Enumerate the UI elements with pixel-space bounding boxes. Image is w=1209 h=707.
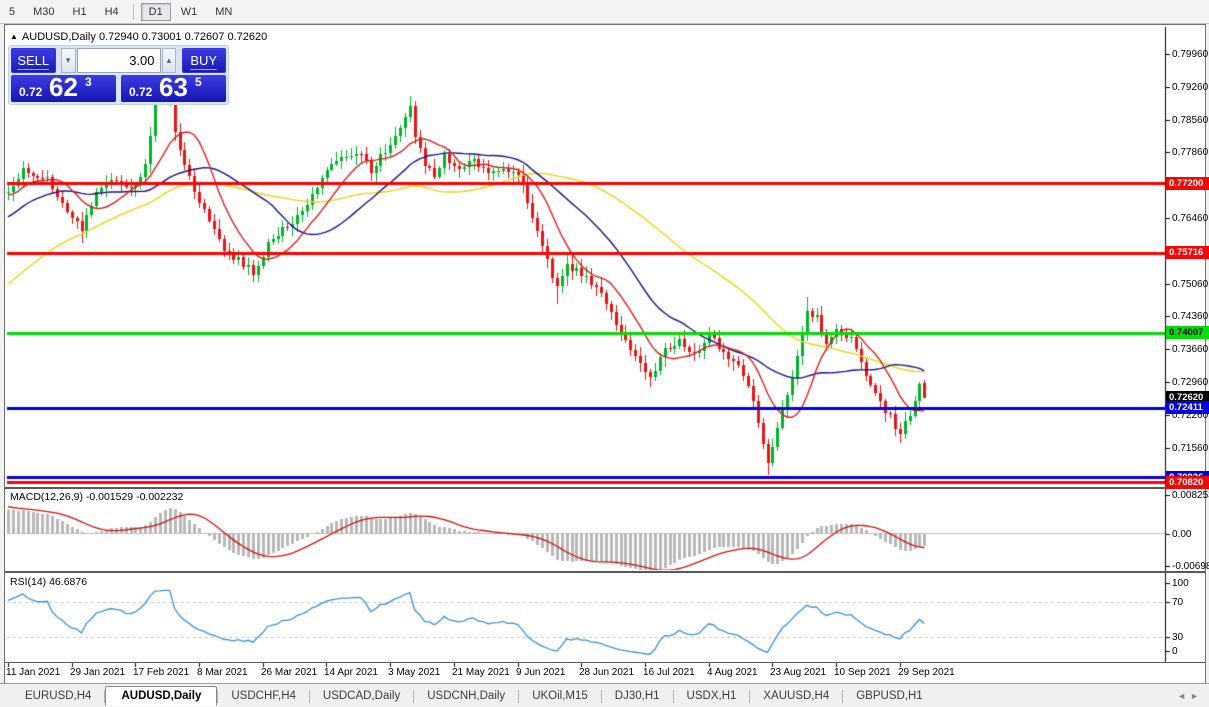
triangle-up-icon: ▴ [166,55,172,65]
date-label: 23 Aug 2021 [770,667,827,678]
buy-price-quote[interactable]: 0.72 63 5 [121,72,226,102]
sell-price-base: 0.72 [19,85,43,99]
ohlc-low: 0.72607 [184,31,225,43]
chart-tab-eurusd[interactable]: EURUSD,H4 [12,687,104,705]
pane-separator-macd[interactable] [5,487,1205,489]
date-label: 11 Jan 2021 [6,667,61,678]
date-label: 17 Feb 2021 [133,667,190,678]
sell-price-quote[interactable]: 0.72 62 3 [11,72,116,102]
price-tick-label: 0.79260 [1172,82,1209,93]
price-tick-label: 0.75060 [1172,279,1209,290]
price-level-label: 0.70820 [1166,476,1209,489]
chart-tab-audusd[interactable]: AUDUSD,Daily [105,686,218,706]
tab-scroll-right-icon[interactable]: ► [1190,691,1203,701]
sell-price-point: 3 [85,75,92,89]
buy-price-pips: 63 [159,72,188,102]
chart-canvas[interactable] [0,0,1209,707]
price-tick-label: 0.73660 [1172,344,1209,355]
macd-tick-label: -0.006982 [1172,561,1209,572]
sell-price-pips: 62 [49,72,78,102]
volume-increase-button[interactable]: ▴ [161,48,177,73]
collapse-arrow-icon[interactable]: ▲ [10,32,18,41]
chart-tab-usdchf[interactable]: USDCHF,H4 [218,687,309,705]
date-label: 14 Apr 2021 [324,667,378,678]
date-axis-line [5,662,1205,663]
buy-button[interactable]: BUY [181,48,226,73]
date-label: 29 Sep 2021 [898,667,955,678]
price-tick-label: 0.74360 [1172,311,1209,322]
price-tick-label: 0.72960 [1172,377,1209,388]
macd-tick-label: 0.00 [1172,529,1192,540]
pane-separator-rsi[interactable] [5,571,1205,573]
ohlc-high: 0.73001 [141,31,182,43]
one-click-trading-panel: SELL ▾ ▴ BUY 0.72 62 3 0.72 63 5 [8,45,229,105]
tab-scroll-left-icon[interactable]: ◄ [1177,691,1190,701]
volume-input[interactable] [76,48,161,73]
rsi-tick-label: 100 [1172,578,1189,589]
rsi-indicator-label: RSI(14) 46.6876 [10,576,88,588]
sell-button[interactable]: SELL [11,48,56,73]
price-level-label: 0.75716 [1166,246,1209,259]
date-label: 8 Mar 2021 [197,667,248,678]
date-label: 29 Jan 2021 [70,667,126,678]
chart-tab-ukoil[interactable]: UKOil,M15 [519,687,601,705]
price-level-label: 0.74007 [1166,326,1209,339]
chart-tab-usdcad[interactable]: USDCAD,Daily [310,687,413,705]
price-level-label: 0.77200 [1166,177,1209,190]
date-label: 10 Sep 2021 [834,667,891,678]
chart-tab-usdx[interactable]: USDX,H1 [674,687,750,705]
price-tick-label: 0.76460 [1172,213,1209,224]
price-tick-label: 0.77860 [1172,147,1209,158]
date-label: 26 Mar 2021 [261,667,318,678]
price-tick-label: 0.79960 [1172,49,1209,60]
rsi-tick-label: 30 [1172,632,1184,643]
price-level-label: 0.72411 [1166,401,1209,414]
chart-title: ▲ AUDUSD,Daily 0.72940 0.73001 0.72607 0.… [10,31,267,43]
price-tick-label: 0.71560 [1172,443,1209,454]
chart-tab-bar: EURUSD,H4 AUDUSD,Daily USDCHF,H4 USDCAD,Dai… [0,683,1209,707]
chart-symbol-label: AUDUSD,Daily [21,31,96,43]
chart-tab-usdcnh[interactable]: USDCNH,Daily [414,687,518,705]
ohlc-close: 0.72620 [227,31,268,43]
chart-tab-gbpusd[interactable]: GBPUSD,H1 [843,687,935,705]
date-label: 9 Jun 2021 [516,667,566,678]
date-label: 3 May 2021 [388,667,441,678]
mt4-workspace: 5M30H1H4D1W1MN ▲AUDUSD,Daily 0.72940 0.7… [0,0,1209,707]
volume-decrease-button[interactable]: ▾ [60,48,76,73]
date-label: 28 Jun 2021 [579,667,635,678]
date-label: 4 Aug 2021 [707,667,758,678]
triangle-down-icon: ▾ [65,55,71,65]
chart-tab-dj30[interactable]: DJ30,H1 [602,687,673,705]
rsi-tick-label: 70 [1172,597,1184,608]
ohlc-open: 0.72940 [98,31,139,43]
rsi-tick-label: 0 [1172,646,1178,657]
date-label: 21 May 2021 [452,667,510,678]
tab-scroll-arrows: ◄► [1177,691,1203,701]
macd-indicator-label: MACD(12,26,9) -0.001529 -0.002232 [10,491,184,503]
buy-price-base: 0.72 [129,85,153,99]
buy-price-point: 5 [195,75,202,89]
macd-tick-label: 0.008253 [1172,490,1209,501]
price-tick-label: 0.78560 [1172,115,1209,126]
chart-tab-xauusd[interactable]: XAUUSD,H4 [750,687,842,705]
date-label: 16 Jul 2021 [643,667,695,678]
